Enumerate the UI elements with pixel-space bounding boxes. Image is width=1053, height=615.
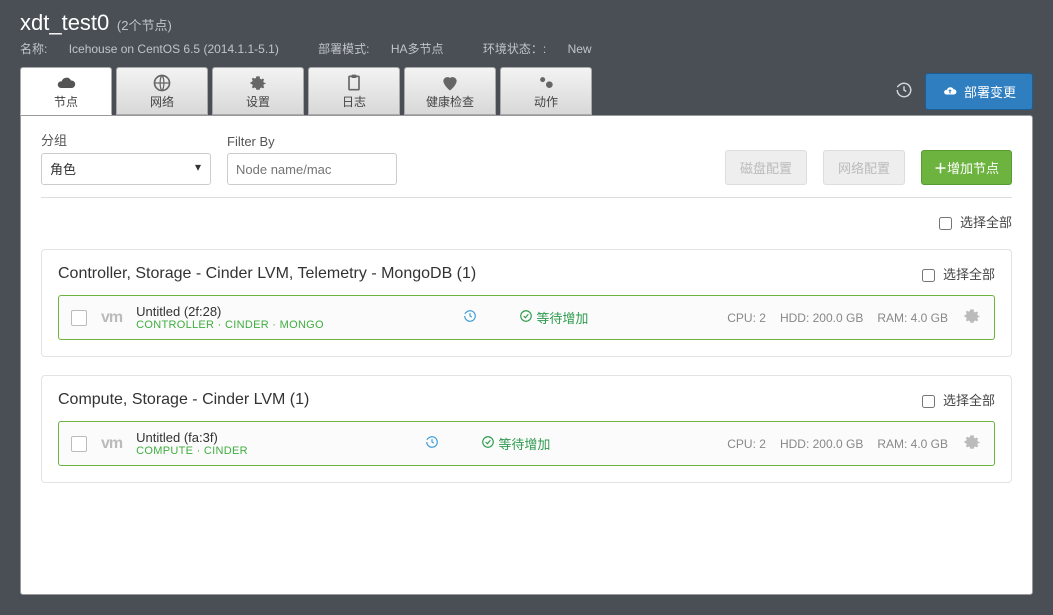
- history-icon[interactable]: [895, 81, 913, 102]
- tab-logs-label: 日志: [342, 93, 366, 110]
- env-meta-row: 名称: Icehouse on CentOS 6.5 (2014.1.1-5.1…: [20, 40, 1033, 57]
- check-circle-icon: [481, 435, 495, 449]
- node-name: Untitled (fa:3f): [136, 430, 248, 445]
- group-select-all[interactable]: 选择全部: [922, 390, 995, 409]
- vm-icon: vm: [101, 435, 122, 453]
- heartbeat-icon: [439, 73, 461, 93]
- node-group: Compute, Storage - Cinder LVM (1) 选择全部 v…: [41, 375, 1012, 483]
- select-all-top[interactable]: 选择全部: [939, 215, 1012, 230]
- meta-deploy-mode-label: 部署模式:: [318, 42, 369, 56]
- filter-input[interactable]: [227, 153, 397, 185]
- spec-hdd: HDD: 200.0 GB: [780, 437, 863, 451]
- add-node-button[interactable]: ＋增加节点: [921, 150, 1012, 185]
- node-roles: COMPUTE · CINDER: [136, 445, 248, 457]
- main-panel: 分组 角色 Filter By 磁盘配置 网络配置 ＋增加节点 选择: [20, 115, 1033, 595]
- cogs-icon: [535, 73, 557, 93]
- group-title: Compute, Storage - Cinder LVM (1): [58, 391, 309, 409]
- meta-env-status-label: 环境状态：:: [483, 42, 546, 56]
- node-roles: CONTROLLER · CINDER · MONGO: [136, 319, 324, 331]
- env-title: xdt_test0: [20, 10, 109, 35]
- node-group: Controller, Storage - Cinder LVM, Teleme…: [41, 249, 1012, 357]
- check-circle-icon: [519, 309, 533, 323]
- meta-name-value: Icehouse on CentOS 6.5 (2014.1.1-5.1): [69, 42, 279, 56]
- tab-settings[interactable]: 设置: [212, 67, 304, 115]
- node-checkbox[interactable]: [71, 310, 87, 326]
- deploy-changes-button[interactable]: 部署变更: [925, 73, 1033, 110]
- select-all-top-checkbox[interactable]: [939, 217, 952, 230]
- tab-logs[interactable]: 日志: [308, 67, 400, 115]
- node-specs: CPU: 2 HDD: 200.0 GB RAM: 4.0 GB: [727, 437, 948, 451]
- node-checkbox[interactable]: [71, 436, 87, 452]
- tab-nodes[interactable]: 节点: [20, 67, 112, 115]
- gear-icon: [247, 73, 269, 93]
- tab-actions[interactable]: 动作: [500, 67, 592, 115]
- group-by-label: 分组: [41, 130, 211, 149]
- filter-by-label: Filter By: [227, 134, 397, 149]
- node-row[interactable]: vm Untitled (fa:3f) COMPUTE · CINDER 等待增…: [58, 421, 995, 466]
- node-status: 等待增加: [519, 308, 589, 327]
- spec-cpu: CPU: 2: [727, 311, 766, 325]
- group-title: Controller, Storage - Cinder LVM, Teleme…: [58, 265, 476, 283]
- cloud-icon: [55, 73, 77, 93]
- globe-icon: [151, 73, 173, 93]
- clipboard-icon: [343, 73, 365, 93]
- tab-network[interactable]: 网络: [116, 67, 208, 115]
- tab-health[interactable]: 健康检查: [404, 67, 496, 115]
- pending-history-icon: [425, 435, 439, 452]
- spec-ram: RAM: 4.0 GB: [877, 437, 948, 451]
- group-select-all-checkbox[interactable]: [922, 395, 935, 408]
- disk-config-button[interactable]: 磁盘配置: [725, 150, 807, 185]
- meta-deploy-mode-value: HA多节点: [391, 42, 444, 56]
- spec-ram: RAM: 4.0 GB: [877, 311, 948, 325]
- group-select-all[interactable]: 选择全部: [922, 264, 995, 283]
- cloud-upload-icon: [942, 84, 958, 98]
- vm-icon: vm: [101, 309, 122, 327]
- node-status: 等待增加: [481, 434, 551, 453]
- pending-history-icon: [463, 309, 477, 326]
- node-row[interactable]: vm Untitled (2f:28) CONTROLLER · CINDER …: [58, 295, 995, 340]
- spec-hdd: HDD: 200.0 GB: [780, 311, 863, 325]
- node-count: (2个节点): [117, 18, 172, 33]
- main-tabs: 节点 网络 设置 日志 健康检查 动作: [20, 67, 592, 115]
- node-settings-icon[interactable]: [962, 432, 982, 455]
- group-select-all-checkbox[interactable]: [922, 269, 935, 282]
- node-name: Untitled (2f:28): [136, 304, 324, 319]
- spec-cpu: CPU: 2: [727, 437, 766, 451]
- tab-nodes-label: 节点: [54, 93, 78, 110]
- add-node-label: 增加节点: [947, 161, 999, 176]
- group-by-select[interactable]: 角色: [41, 153, 211, 185]
- page-header: xdt_test0 (2个节点): [20, 10, 1033, 36]
- tab-health-label: 健康检查: [426, 93, 474, 110]
- tab-actions-label: 动作: [534, 93, 558, 110]
- meta-env-status-value: New: [568, 42, 592, 56]
- network-config-button[interactable]: 网络配置: [823, 150, 905, 185]
- tab-network-label: 网络: [150, 93, 174, 110]
- node-settings-icon[interactable]: [962, 306, 982, 329]
- deploy-changes-label: 部署变更: [964, 82, 1016, 101]
- tab-settings-label: 设置: [246, 93, 270, 110]
- meta-name-label: 名称:: [20, 42, 47, 56]
- node-specs: CPU: 2 HDD: 200.0 GB RAM: 4.0 GB: [727, 311, 948, 325]
